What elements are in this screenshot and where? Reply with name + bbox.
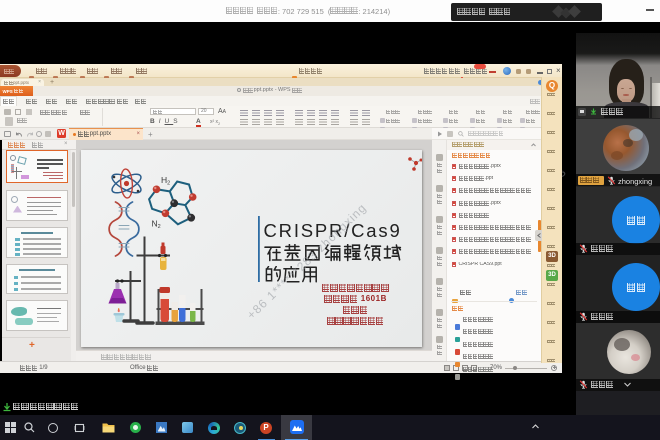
svg-text:N2: N2 bbox=[151, 218, 160, 230]
svg-text:H2: H2 bbox=[161, 175, 170, 187]
